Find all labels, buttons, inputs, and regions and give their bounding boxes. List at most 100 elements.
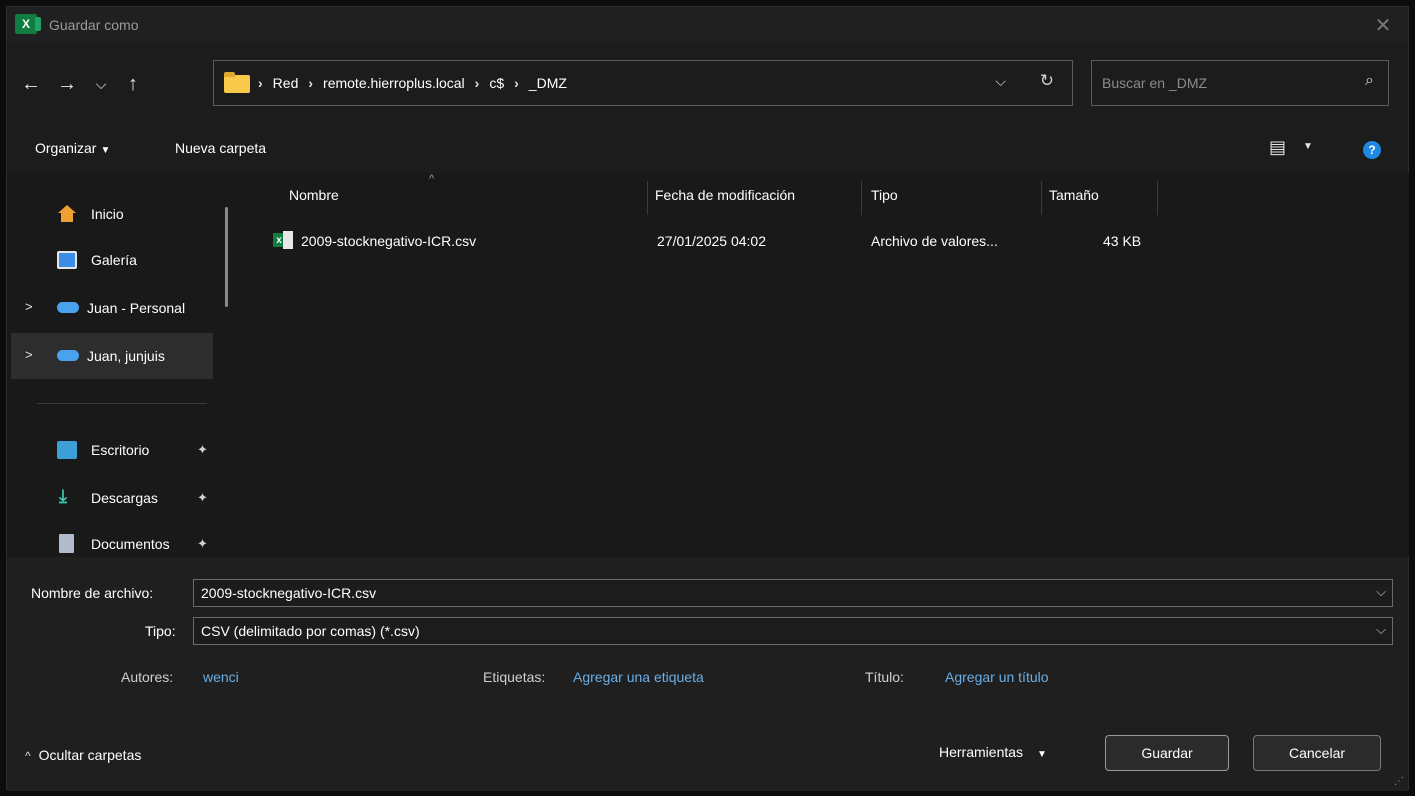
column-divider[interactable]: [1041, 181, 1042, 215]
forward-arrow-icon[interactable]: →: [53, 71, 81, 97]
onedrive-icon: [57, 302, 79, 313]
breadcrumb-current-folder[interactable]: _DMZ: [529, 75, 567, 91]
table-row[interactable]: 2009-stocknegativo-ICR.csv 27/01/2025 04…: [231, 225, 1171, 259]
sort-ascending-icon: ^: [429, 173, 435, 185]
close-icon[interactable]: ✕: [1366, 11, 1400, 39]
file-type-select[interactable]: CSV (delimitado por comas) (*.csv) ⌵: [193, 617, 1393, 645]
sidebar-scrollbar[interactable]: [225, 207, 228, 307]
filename-label: Nombre de archivo:: [31, 585, 154, 601]
view-options-icon[interactable]: ▤: [1269, 137, 1286, 158]
save-button[interactable]: Guardar: [1105, 735, 1229, 771]
home-icon: [57, 205, 77, 223]
help-icon[interactable]: ?: [1363, 141, 1381, 159]
tools-label: Herramientas: [939, 744, 1024, 760]
sidebar-item-inicio[interactable]: Inicio: [11, 191, 213, 237]
column-header-modified[interactable]: Fecha de modificación: [655, 187, 795, 203]
title-link[interactable]: Agregar un título: [945, 669, 1049, 685]
breadcrumb-separator: ›: [308, 75, 314, 91]
sidebar-item-galeria[interactable]: Galería: [11, 237, 213, 283]
column-header-type[interactable]: Tipo: [871, 187, 898, 203]
tags-link[interactable]: Agregar una etiqueta: [573, 669, 704, 685]
resize-grip-icon[interactable]: ⋰: [1394, 776, 1404, 787]
chevron-up-icon: ^: [25, 749, 31, 763]
chevron-down-icon[interactable]: ⌵: [1376, 584, 1386, 600]
sidebar-item-juan-junjuis[interactable]: > Juan, junjuis: [11, 333, 213, 379]
recent-locations-chevron-icon[interactable]: ⌵: [87, 71, 115, 97]
hide-folders-button[interactable]: ^ Ocultar carpetas: [25, 747, 141, 763]
navigation-bar: ← → ⌵ ↑ › Red › remote.hierroplus.local …: [7, 43, 1408, 125]
chevron-down-icon[interactable]: ⌵: [995, 73, 1006, 90]
download-icon: ⤓: [59, 486, 67, 506]
sidebar-item-label: Juan - Personal: [87, 300, 186, 316]
chevron-right-icon[interactable]: >: [25, 347, 33, 362]
sidebar-item-escritorio[interactable]: Escritorio ✦: [11, 427, 213, 473]
sidebar-item-descargas[interactable]: ⤓ Descargas ✦: [11, 475, 213, 521]
sidebar-item-label: Inicio: [91, 206, 124, 222]
caret-down-icon: ▼: [1037, 749, 1047, 760]
breadcrumb-server[interactable]: remote.hierroplus.local: [323, 75, 465, 91]
folder-icon: [224, 72, 250, 93]
file-size: 43 KB: [1103, 233, 1142, 249]
caret-down-icon[interactable]: ▼: [1303, 141, 1313, 152]
onedrive-icon: [57, 350, 79, 361]
documents-icon: [59, 534, 74, 553]
pin-icon: ✦: [197, 536, 208, 551]
file-list: ^ Nombre Fecha de modificación Tipo Tama…: [231, 173, 1409, 557]
save-options-panel: Nombre de archivo: 2009-stocknegativo-IC…: [7, 557, 1408, 791]
file-name: 2009-stocknegativo-ICR.csv: [301, 233, 477, 249]
new-folder-button[interactable]: Nueva carpeta: [175, 140, 266, 156]
column-divider[interactable]: [1157, 181, 1158, 215]
chevron-down-icon[interactable]: ⌵: [1376, 622, 1386, 638]
search-input[interactable]: [1102, 73, 1332, 93]
pin-icon: ✦: [197, 490, 208, 505]
command-bar: Organizar ▼ Nueva carpeta ▤ ▼ ?: [7, 125, 1408, 173]
sidebar-divider: [37, 403, 207, 404]
type-label: Tipo:: [145, 623, 176, 639]
authors-label: Autores:: [121, 669, 174, 685]
breadcrumb-separator: ›: [474, 75, 480, 91]
organize-button[interactable]: Organizar ▼: [35, 140, 110, 156]
chevron-right-icon[interactable]: >: [25, 299, 33, 314]
sidebar-item-label: Galería: [91, 252, 137, 268]
sidebar-item-label: Juan, junjuis: [87, 348, 165, 364]
pin-icon: ✦: [197, 442, 208, 457]
authors-link[interactable]: wenci: [203, 669, 239, 685]
save-as-dialog: X Guardar como ✕ ← → ⌵ ↑ › Red › remote.…: [6, 6, 1409, 791]
sidebar-item-label: Descargas: [91, 490, 158, 506]
column-header-name[interactable]: Nombre: [289, 187, 339, 203]
filename-field[interactable]: 2009-stocknegativo-ICR.csv ⌵: [193, 579, 1393, 607]
organize-label: Organizar: [35, 140, 97, 156]
gallery-icon: [57, 251, 77, 269]
search-box: ⌕: [1091, 60, 1389, 106]
address-bar[interactable]: › Red › remote.hierroplus.local › c$ › _…: [213, 60, 1073, 106]
up-arrow-icon[interactable]: ↑: [119, 71, 147, 97]
breadcrumb-separator: ›: [258, 75, 263, 91]
title-bar: X Guardar como ✕: [7, 7, 1408, 43]
breadcrumb-separator: ›: [514, 75, 519, 91]
cancel-button[interactable]: Cancelar: [1253, 735, 1381, 771]
desktop-icon: [57, 441, 77, 459]
file-type-value: CSV (delimitado por comas) (*.csv): [201, 623, 420, 639]
column-divider[interactable]: [647, 181, 648, 215]
sidebar-item-juan-personal[interactable]: > Juan - Personal: [11, 285, 213, 331]
tags-label: Etiquetas:: [483, 669, 546, 685]
caret-down-icon: ▼: [100, 145, 111, 156]
breadcrumb-share[interactable]: c$: [489, 75, 504, 91]
search-icon[interactable]: ⌕: [1365, 72, 1374, 90]
navigation-pane: Inicio Galería > Juan - Personal > Juan,…: [7, 173, 228, 557]
sidebar-item-label: Escritorio: [91, 442, 150, 458]
file-modified: 27/01/2025 04:02: [657, 233, 766, 249]
tools-menu-button[interactable]: Herramientas ▼: [939, 744, 1047, 760]
column-divider[interactable]: [861, 181, 862, 215]
hide-folders-label: Ocultar carpetas: [38, 747, 142, 763]
back-arrow-icon[interactable]: ←: [17, 71, 45, 97]
title-label: Título:: [865, 669, 904, 685]
filename-value: 2009-stocknegativo-ICR.csv: [201, 585, 377, 601]
file-type: Archivo de valores...: [871, 233, 998, 249]
excel-icon: X: [15, 14, 41, 34]
column-header-size[interactable]: Tamaño: [1049, 187, 1099, 203]
csv-file-icon: [273, 231, 293, 249]
window-title: Guardar como: [49, 17, 139, 33]
refresh-icon[interactable]: ↻: [1040, 71, 1054, 91]
breadcrumb-red[interactable]: Red: [273, 75, 299, 91]
